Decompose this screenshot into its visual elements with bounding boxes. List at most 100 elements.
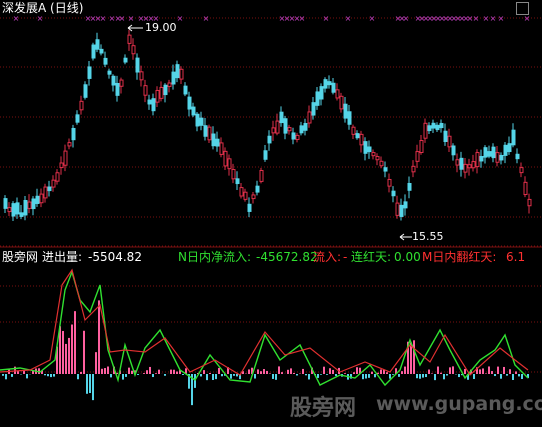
candle-body [427,125,432,132]
jinchu-label: 进出量: [42,250,83,264]
histogram-bar [89,374,91,394]
histogram-bar [125,374,127,377]
signal-mark: × [37,14,44,23]
candle-body [283,118,288,134]
signal-mark: × [177,14,184,23]
candle-body [231,168,236,180]
candle-body [203,125,208,137]
candle-body [239,187,244,197]
candle-body [227,158,232,170]
histogram-bar [293,372,295,374]
histogram-bar [68,337,70,374]
nri-label: N日内净流入: [178,250,252,264]
candle-body [347,111,352,125]
histogram-bar [500,374,502,379]
candle-body [163,84,168,96]
signal-mark: × [128,14,135,23]
histogram-bar [110,374,112,378]
histogram-bar [368,374,370,378]
histogram-bar [308,374,310,380]
candle-body [175,64,180,79]
candle-body [307,111,312,124]
histogram-bar [170,369,172,374]
histogram-bar [194,374,196,388]
candle-body [139,71,144,81]
candle-body [99,48,104,54]
candle-body [527,198,532,207]
histogram-bar [230,374,232,379]
candle-body [423,122,428,139]
histogram-bar [452,366,454,374]
candle-body [475,152,480,168]
liuru-value: - [343,250,348,264]
histogram-bar [254,374,256,379]
histogram-bar [521,374,523,380]
histogram-bar [485,373,487,374]
candle-body [147,99,152,105]
candle-body [167,82,172,87]
histogram-bar [431,373,433,374]
indicator-name: 股旁网 [2,250,39,264]
candle-body [263,150,268,160]
candle-body [75,114,80,123]
stock-name: 深发展A [2,1,47,15]
signal-mark: × [100,14,107,23]
histogram-bar [233,374,235,376]
low-price-label: 15.55 [412,230,444,243]
panel-toggle-button[interactable] [516,2,529,15]
candle-body [323,79,328,89]
histogram-bar [5,374,7,380]
candle-body [223,150,228,167]
histogram-bar [95,352,97,374]
histogram-bar [518,374,520,377]
candle-body [459,157,464,170]
signal-mark: × [369,14,376,23]
histogram-bar [155,373,157,374]
histogram-bar [344,373,346,374]
candle-body [335,89,340,99]
candle-body [35,195,40,204]
chart-canvas: × × ×××× × ×× × ×××× × × ××××× × × × ××× ×××××××××××××… [0,14,542,406]
histogram-bar [413,340,415,374]
histogram-bar [515,371,517,374]
candle-body [115,82,120,96]
indicator-lines [0,268,529,387]
histogram-bar [458,374,460,378]
histogram-bar [158,369,160,374]
candle-body [343,103,348,119]
histogram-bar [152,374,154,378]
candle-body [491,146,496,159]
candle-body [435,124,440,131]
candle-body [187,96,192,110]
histogram-bar [506,374,508,376]
histogram-bar [494,374,496,377]
candle-body [411,165,416,173]
histogram-bar [86,374,88,394]
histogram-bar [98,300,100,374]
candle-body [391,190,396,197]
candle-body [83,84,88,98]
candle-body [135,57,140,73]
candle-body [407,182,412,191]
candle-body [199,117,204,126]
candle-body [47,186,52,192]
histogram-bar [296,374,298,376]
histogram-bar [440,372,442,374]
candle-body [211,133,216,147]
histogram-bar [422,374,424,378]
histogram-bar [449,367,451,374]
candle-body [27,201,32,209]
histogram-bar [329,368,331,374]
candle-body [319,86,324,100]
candle-body [219,142,224,155]
candle-body [243,191,248,200]
candle-body [507,143,512,153]
histogram-bar [143,373,145,374]
histogram-bar [371,371,373,374]
grid-lines [0,17,542,373]
candle-body [275,120,280,134]
watermark-url: www.gupang.com [376,393,542,415]
histogram-bar [479,369,481,374]
histogram-bar [290,368,292,374]
candle-body [159,86,164,99]
